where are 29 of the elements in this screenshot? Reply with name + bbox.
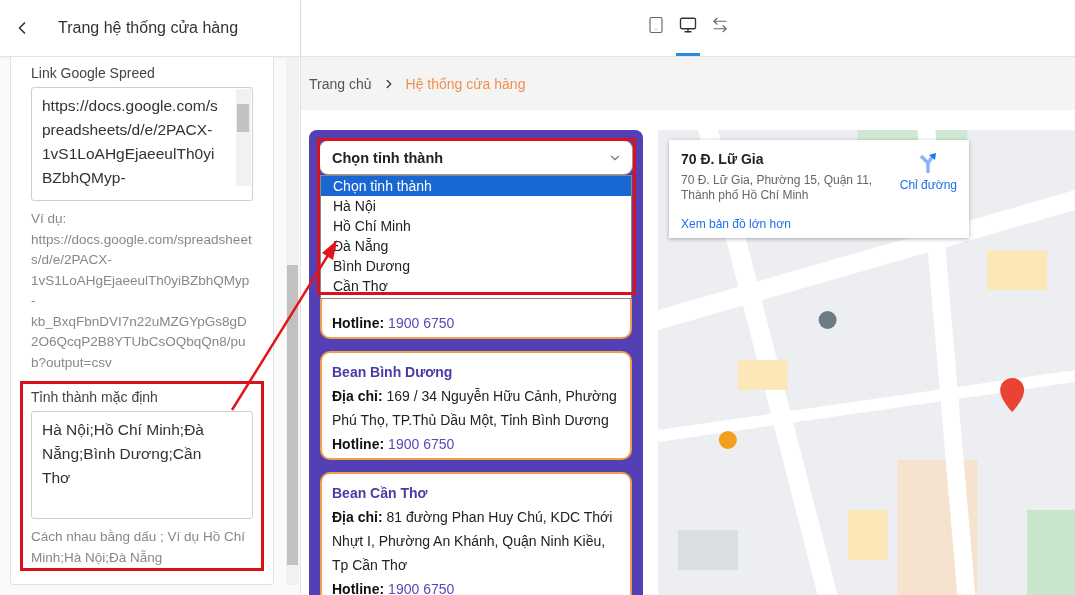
- field-label: Link Google Spreed: [31, 65, 156, 81]
- province-select[interactable]: Chọn tỉnh thành: [320, 141, 632, 174]
- hotline-link[interactable]: 1900 6750: [388, 311, 455, 335]
- panel-title: Trang hệ thống cửa hàng: [58, 19, 239, 37]
- hotline-label: Hotline:: [332, 435, 385, 454]
- store-address: Địa chỉ: 169 / 34 Nguyễn Hữu Cảnh, Phường Phú Thọ, TP.Thủ Dầu Một, Tỉnh Bình Dương: [332, 387, 618, 430]
- dropdown-option[interactable]: Chọn tỉnh thành: [321, 176, 631, 196]
- hotline-label: Hotline:: [332, 580, 385, 595]
- breadcrumb-link[interactable]: Trang chủ: [309, 75, 372, 92]
- directions-icon: [918, 152, 939, 174]
- hotline-label: Hotline:: [332, 314, 385, 333]
- store-name: Bean Bình Dương: [332, 363, 454, 382]
- text-area[interactable]: Hà Nội;Hồ Chí Minh;Đà Nẵng;Bình Dương;Cần Thơ: [31, 411, 253, 519]
- hotline-link[interactable]: 1900 6750: [388, 577, 455, 595]
- hotline-link[interactable]: 1900 6750: [388, 432, 455, 456]
- monitor-icon: [679, 16, 697, 34]
- arrows-icon: [711, 16, 729, 34]
- store-address: Địa chỉ: 81 đường Phan Huy Chú, KDC Thới Nhựt I, Phường An Khánh, Quận Ninh Kiều, Tp Cần Thơ: [332, 508, 614, 575]
- tablet-icon: [647, 16, 665, 34]
- scrollbar[interactable]: [286, 57, 299, 585]
- field-label: Tỉnh thành mặc định: [31, 389, 159, 405]
- place-title: 70 Đ. Lữ Gia: [681, 151, 765, 167]
- text-area[interactable]: https://docs.google.com/spreadsheets/d/e/2PACX-1vS1LoAHgEjaeeulTh0yiBZbhQMyp-: [31, 87, 253, 201]
- larger-map-link[interactable]: Xem bản đồ lớn hơn: [681, 217, 881, 231]
- place-address: 70 Đ. Lữ Gia, Phường 15, Quận 11, Thành phố Hồ Chí Minh: [681, 173, 874, 203]
- store-name: Bean Cần Thơ: [332, 484, 429, 503]
- directions-link[interactable]: Chỉ đường: [899, 152, 957, 194]
- field-hint: Cách nhau bằng dấu ; Ví dụ Hồ Chí Minh;Hà Nội;Đà Nẵng: [31, 528, 246, 567]
- field-hint: Ví dụ: https://docs.google.com/spreadsheets/d/e/2PACX-1vS1LoAHgEjaeeulTh0yiBZbhQMyp-kb_BxqFbnDVI7n22uMZGYpGs8gD2O6QcqP2B8YTUbCsOQbqQn8/pub?output=csv: [31, 210, 253, 372]
